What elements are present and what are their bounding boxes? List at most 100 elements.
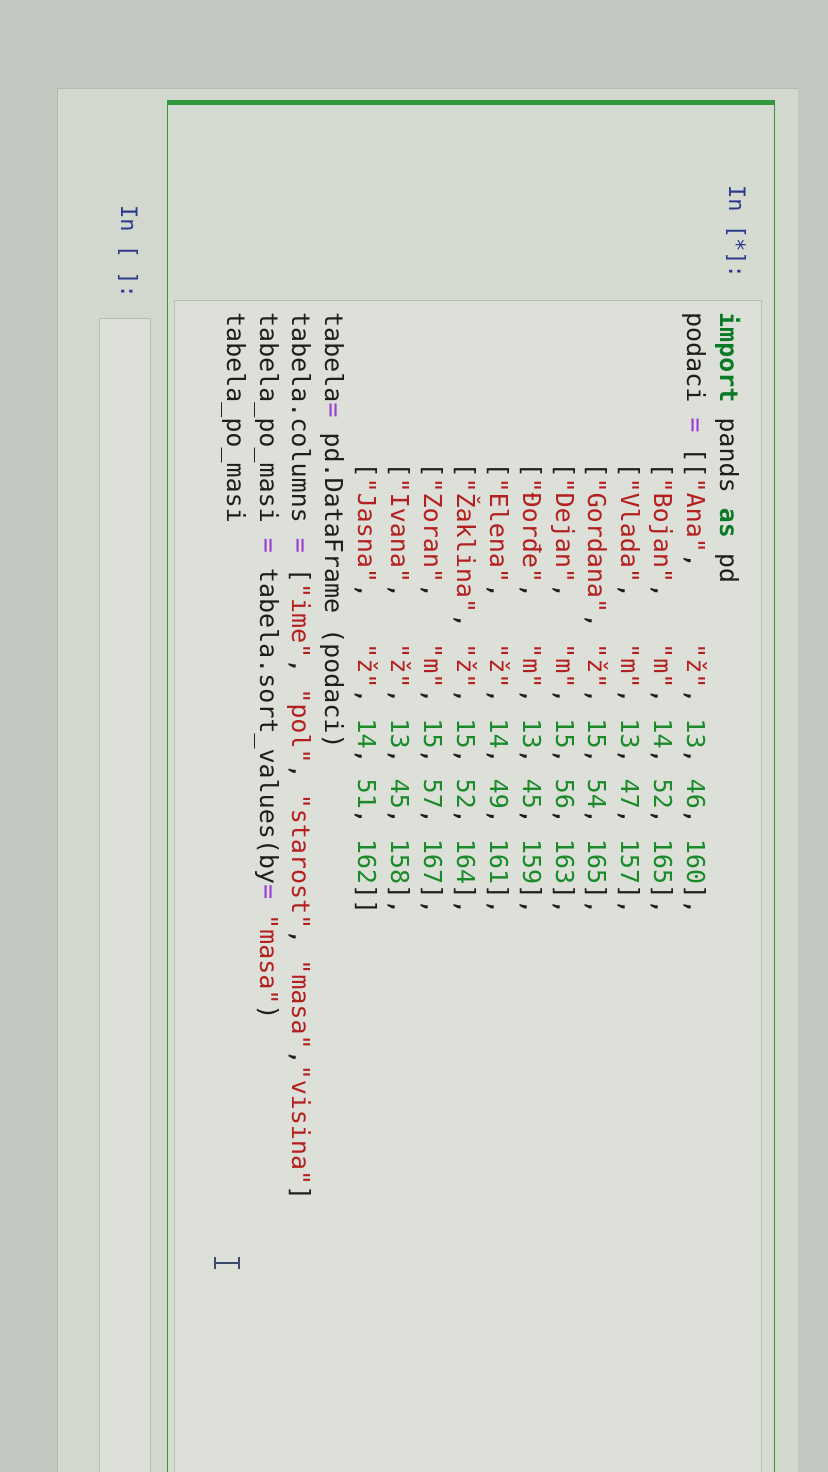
code-token: 165 xyxy=(648,838,678,885)
code-token: "masa" xyxy=(253,914,283,1005)
code-token: , xyxy=(352,748,382,779)
code-token: 162 xyxy=(352,838,382,885)
code-line: ["Vlada", "m", 13, 47, 157], xyxy=(612,312,645,1200)
code-line: ["Đorđe", "m", 13, 45, 159], xyxy=(514,312,547,1200)
code-token: "visina" xyxy=(286,1064,316,1186)
code-token: tabela.sort_values(by xyxy=(253,552,283,884)
code-token: 165 xyxy=(582,838,612,885)
code-token: tabela xyxy=(319,312,349,403)
code-line: ["Dejan", "m", 15, 56, 163], xyxy=(547,312,580,1200)
code-token: podaci xyxy=(681,312,711,418)
code-token: ], xyxy=(681,884,711,915)
code-token: tabela.columns xyxy=(286,312,316,538)
code-token: , xyxy=(582,613,612,644)
code-token: ]] xyxy=(352,884,382,915)
cell-prompt-running: In [*]: xyxy=(723,185,748,278)
code-token: , xyxy=(582,808,612,839)
code-editor[interactable]: import pands as pd podaci = [["Ana", "ž",… xyxy=(218,312,744,1200)
empty-code-input[interactable] xyxy=(99,318,151,1472)
code-token: , xyxy=(549,582,579,644)
code-token: [ xyxy=(648,312,678,478)
code-token: , xyxy=(286,929,316,960)
code-token: "Dejan" xyxy=(549,477,579,583)
code-token: [ xyxy=(615,312,645,478)
code-token: 15 xyxy=(450,718,480,749)
code-token: "masa" xyxy=(286,959,316,1050)
code-token: 15 xyxy=(417,718,447,749)
code-token: , xyxy=(417,688,447,719)
code-token: , xyxy=(648,808,678,839)
code-token: , xyxy=(352,808,382,839)
code-line: tabela_po_masi xyxy=(218,312,251,1200)
code-token: 45 xyxy=(385,778,415,809)
code-token: , xyxy=(516,808,546,839)
code-token: 163 xyxy=(549,838,579,885)
code-token: , xyxy=(450,688,480,719)
code-token: , xyxy=(286,658,316,689)
code-token: ], xyxy=(385,884,415,915)
code-token: , xyxy=(681,552,711,644)
code-token: [ xyxy=(385,312,415,478)
code-token: , xyxy=(516,582,546,644)
code-line: ["Zoran", "m", 15, 57, 167], xyxy=(415,312,448,1200)
code-token: ], xyxy=(549,884,579,915)
code-token: 14 xyxy=(648,718,678,749)
code-token: "m" xyxy=(615,643,645,689)
code-line: tabela= pd.DataFrame (podaci) xyxy=(316,312,349,1200)
code-token: 14 xyxy=(483,718,513,749)
cell-prompt-empty: In [ ]: xyxy=(115,205,140,298)
code-token: , xyxy=(286,1049,316,1065)
code-token: "Jasna" xyxy=(352,477,382,583)
code-token: [ xyxy=(582,312,612,478)
code-token: [[ xyxy=(681,432,711,478)
code-token: , xyxy=(483,582,513,644)
code-token: = xyxy=(253,537,283,553)
code-token: ], xyxy=(582,884,612,915)
code-token: = xyxy=(286,537,316,553)
code-token: 52 xyxy=(648,778,678,809)
code-line: ["Bojan", "m", 14, 52, 165], xyxy=(645,312,678,1200)
code-token: , xyxy=(516,748,546,779)
code-token: "Elena" xyxy=(483,477,513,583)
code-token: , xyxy=(648,688,678,719)
code-token: , xyxy=(615,688,645,719)
code-token: [ xyxy=(417,312,447,478)
code-token: 13 xyxy=(615,718,645,749)
code-token: "Vlada" xyxy=(615,477,645,583)
code-token: 164 xyxy=(450,838,480,885)
code-token: , xyxy=(450,613,480,644)
code-token: "Žaklina" xyxy=(450,477,480,614)
code-line: ["Žaklina", "ž", 15, 52, 164], xyxy=(448,312,481,1200)
code-token: , xyxy=(549,748,579,779)
code-token: [ xyxy=(549,312,579,478)
code-token: , xyxy=(582,688,612,719)
notebook-screen: In [*]: import pands as pd podaci = [["An… xyxy=(0,0,828,1472)
code-token: , xyxy=(417,582,447,644)
code-line: ["Jasna", "ž", 14, 51, 162]] xyxy=(349,312,382,1200)
code-token: [ xyxy=(516,312,546,478)
code-token: pd xyxy=(714,537,743,583)
code-token: ], xyxy=(648,884,678,915)
code-token: "ž" xyxy=(582,643,612,689)
code-token: 46 xyxy=(681,778,711,809)
code-token: 159 xyxy=(516,838,546,885)
code-token: as xyxy=(714,507,743,538)
code-token: 52 xyxy=(450,778,480,809)
code-line: ["Elena", "ž", 14, 49, 161], xyxy=(481,312,514,1200)
code-token: ], xyxy=(516,884,546,915)
code-token: "m" xyxy=(648,643,678,689)
code-token: import xyxy=(714,312,743,403)
code-token: , xyxy=(385,688,415,719)
code-token: , xyxy=(286,763,316,794)
code-token: "ž" xyxy=(352,643,382,689)
code-token: "ž" xyxy=(450,643,480,689)
code-token: 15 xyxy=(549,718,579,749)
code-token: , xyxy=(385,582,415,644)
code-token: , xyxy=(648,748,678,779)
code-token: tabela_po_masi xyxy=(220,312,250,523)
code-token: 57 xyxy=(417,778,447,809)
code-token: "m" xyxy=(417,643,447,689)
text-cursor-icon xyxy=(214,1256,240,1270)
code-token: , xyxy=(681,748,711,779)
code-token: "Ivana" xyxy=(385,477,415,583)
